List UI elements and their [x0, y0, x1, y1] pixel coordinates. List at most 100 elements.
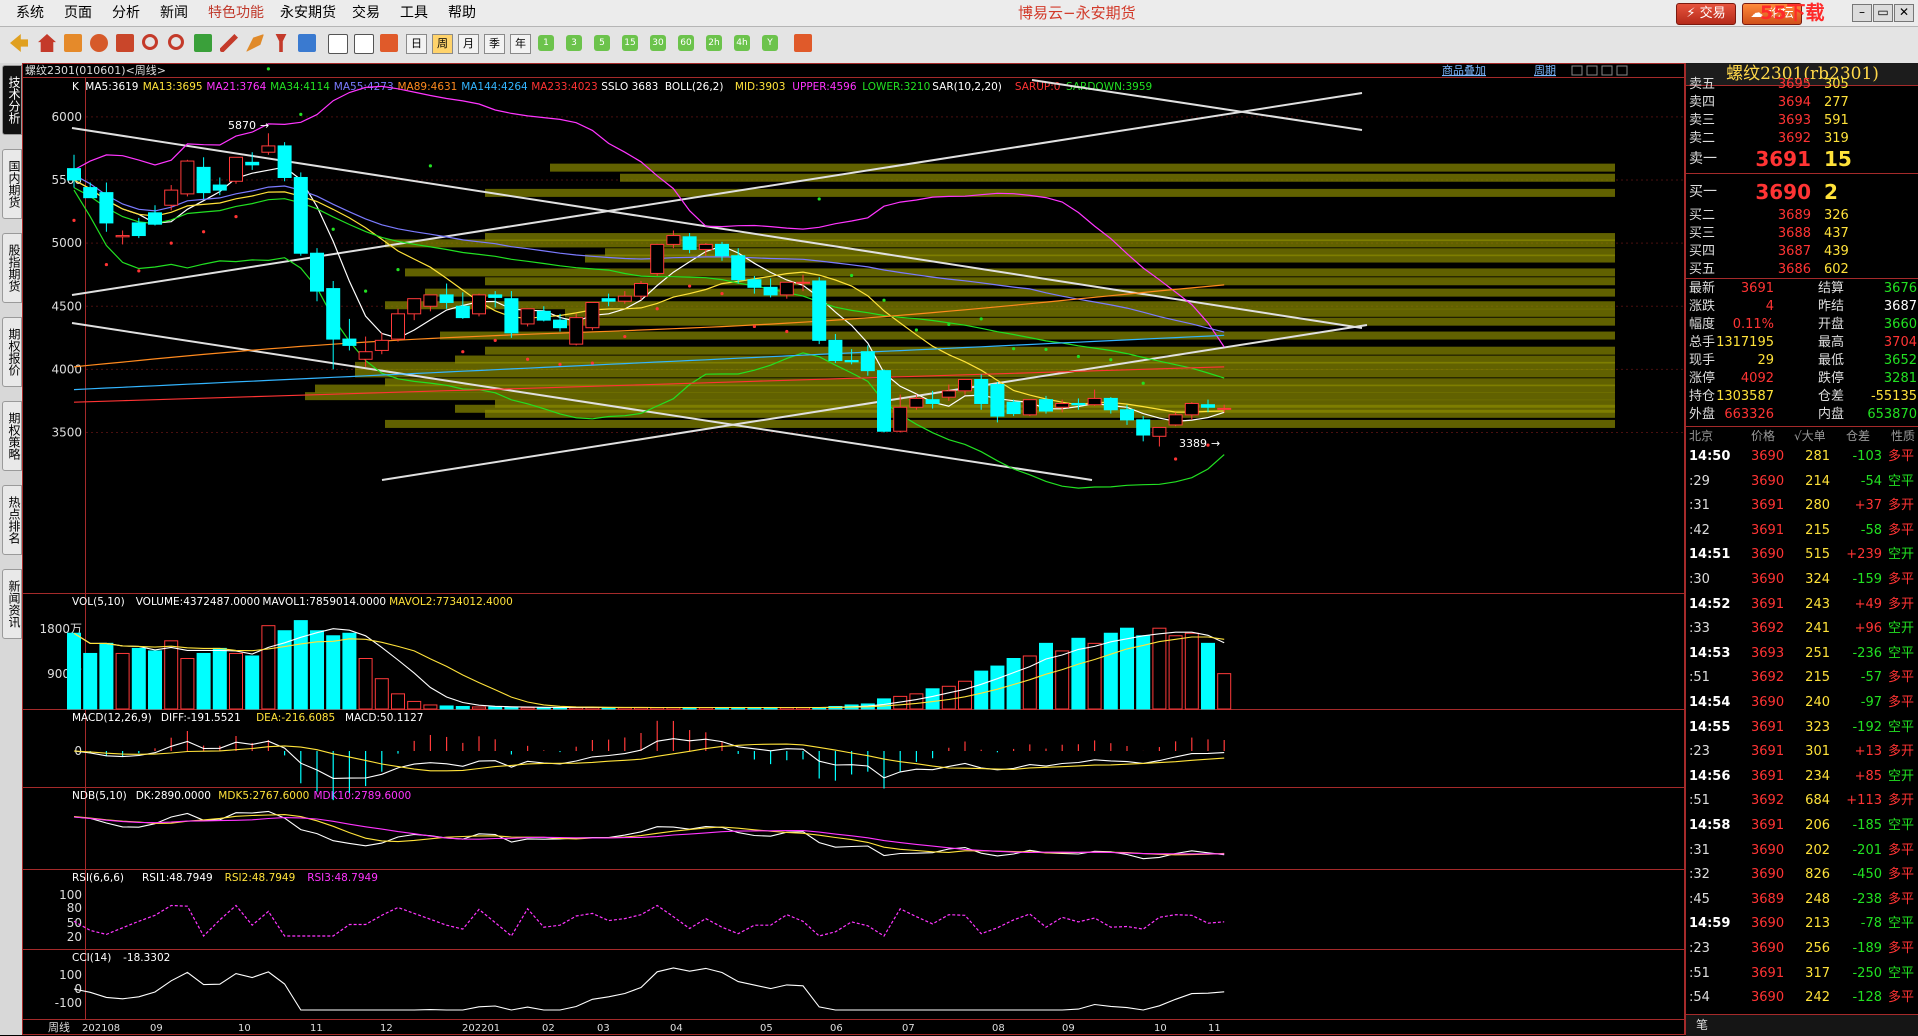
- sar-dot-56: [979, 317, 983, 321]
- timesales-col-3: 仓差: [1846, 429, 1871, 443]
- tab-option-strategy[interactable]: 期权策略: [2, 401, 22, 471]
- ask-level-1[interactable]: 卖一 3691 15: [1686, 145, 1918, 173]
- tick-row[interactable]: :51 3692 215 -57 多平: [1686, 667, 1918, 689]
- period-link[interactable]: 周期: [1534, 64, 1556, 77]
- period-60min[interactable]: 60: [678, 35, 694, 51]
- hdr-macd-item-1: DIFF:-191.5521: [161, 712, 241, 724]
- draw-pen-icon[interactable]: [220, 34, 238, 52]
- menu-tools[interactable]: 工具: [400, 0, 428, 26]
- tick-row[interactable]: 14:53 3693 251 -236 空平: [1686, 643, 1918, 665]
- calendar-icon[interactable]: [794, 34, 812, 52]
- tick-row[interactable]: :31 3691 280 +37 多开: [1686, 495, 1918, 517]
- candle-body-37: [666, 235, 681, 245]
- tick-row[interactable]: :23 3690 256 -189 多平: [1686, 938, 1918, 960]
- tick-row[interactable]: :54 3690 242 -128 多平: [1686, 987, 1918, 1009]
- period-3min[interactable]: 3: [566, 35, 582, 51]
- bid-level-1-volume: 2: [1824, 180, 1838, 204]
- quote-list-icon[interactable]: [64, 34, 82, 52]
- tab-domestic-futures[interactable]: 国内期货: [2, 149, 22, 219]
- candle-body-47: [828, 339, 843, 362]
- candle-body-3: [115, 235, 130, 238]
- period-2h[interactable]: 2h: [706, 35, 722, 51]
- menu-news[interactable]: 新闻: [160, 0, 188, 26]
- home-icon[interactable]: [38, 34, 56, 52]
- period-year[interactable]: 年: [510, 34, 531, 54]
- kline-chart[interactable]: 螺纹2301(010601)<周线> 商品叠加 周期 K MA5:3619 MA13…: [22, 63, 1685, 1035]
- tick-row[interactable]: 14:51 3690 515 +239 空开: [1686, 544, 1918, 566]
- menu-analysis[interactable]: 分析: [112, 0, 140, 26]
- period-month[interactable]: 月: [458, 34, 479, 54]
- ask-level-5[interactable]: 卖五 3695 305: [1686, 75, 1918, 95]
- window-icon[interactable]: [194, 34, 212, 52]
- volume-bar-55: [958, 680, 972, 710]
- tick-row[interactable]: :29 3690 214 -54 空平: [1686, 471, 1918, 493]
- period-week[interactable]: 周: [432, 34, 453, 54]
- tick-row[interactable]: 14:55 3691 323 -192 空平: [1686, 717, 1918, 739]
- menu-yongan[interactable]: 永安期货: [280, 0, 336, 26]
- tick-row[interactable]: 14:58 3691 206 -185 空平: [1686, 815, 1918, 837]
- tab-technical[interactable]: 技术分析: [2, 65, 22, 135]
- x-label-5: 202201: [462, 1023, 500, 1034]
- menu-special[interactable]: 特色功能: [208, 0, 264, 26]
- period-15min[interactable]: 15: [622, 35, 638, 51]
- menu-page[interactable]: 页面: [64, 0, 92, 26]
- menu-help[interactable]: 帮助: [448, 0, 476, 26]
- zoom-out-icon[interactable]: [168, 34, 184, 50]
- back-arrow-icon[interactable]: [10, 34, 28, 52]
- indicator-icon[interactable]: [298, 34, 316, 52]
- tick-row[interactable]: :33 3692 241 +96 空开: [1686, 618, 1918, 640]
- minimize-icon[interactable]: –: [1852, 4, 1872, 22]
- ask-level-4[interactable]: 卖四 3694 277: [1686, 93, 1918, 113]
- sar-dot-58: [1012, 347, 1016, 351]
- period-custom[interactable]: Y: [762, 35, 778, 51]
- table-icon[interactable]: [328, 34, 348, 54]
- tick-row[interactable]: :51 3692 684 +113 多开: [1686, 790, 1918, 812]
- period-5min[interactable]: 5: [594, 35, 610, 51]
- bid-level-1[interactable]: 买一 3690 2: [1686, 178, 1918, 206]
- bid-level-2[interactable]: 买二 3689 326: [1686, 206, 1918, 226]
- tick-row[interactable]: :32 3690 826 -450 多平: [1686, 864, 1918, 886]
- chart-icon[interactable]: [116, 34, 134, 52]
- tick-row[interactable]: :51 3691 317 -250 空平: [1686, 963, 1918, 985]
- close-icon[interactable]: ✕: [1894, 4, 1914, 22]
- ask-level-3[interactable]: 卖三 3693 591: [1686, 111, 1918, 131]
- pin-icon[interactable]: [275, 34, 287, 52]
- bid-level-4[interactable]: 买四 3687 439: [1686, 242, 1918, 262]
- trade-button[interactable]: ⚡ 交易: [1676, 3, 1736, 25]
- candle-body-42: [747, 279, 762, 288]
- trend-icon[interactable]: [354, 34, 374, 54]
- news-icon[interactable]: [90, 34, 108, 52]
- tick-row[interactable]: 14:50 3690 281 -103 多平: [1686, 446, 1918, 468]
- brush-icon[interactable]: [246, 34, 264, 52]
- ask-level-1-volume: 15: [1824, 147, 1852, 171]
- tab-index-futures[interactable]: 股指期货: [2, 233, 22, 303]
- bid-level-5[interactable]: 买五 3686 602: [1686, 260, 1918, 280]
- period-1min[interactable]: 1: [538, 35, 554, 51]
- tick-row[interactable]: 14:54 3690 240 -97 多平: [1686, 692, 1918, 714]
- period-4h[interactable]: 4h: [734, 35, 750, 51]
- tab-hot-ranking[interactable]: 热点排名: [2, 485, 22, 555]
- price-tick-5: 3500: [51, 426, 82, 440]
- tick-row[interactable]: 14:59 3690 213 -78 空平: [1686, 913, 1918, 935]
- kline-icon[interactable]: [380, 34, 398, 52]
- menu-trade[interactable]: 交易: [352, 0, 380, 26]
- tick-row[interactable]: 14:52 3691 243 +49 多开: [1686, 594, 1918, 616]
- zoom-in-icon[interactable]: [142, 34, 158, 50]
- period-day[interactable]: 日: [406, 34, 427, 54]
- tick-row[interactable]: :30 3690 324 -159 多平: [1686, 569, 1918, 591]
- overlay-link[interactable]: 商品叠加: [1442, 63, 1486, 77]
- tab-trade-detail[interactable]: 笔: [1696, 1015, 1708, 1036]
- period-quarter[interactable]: 季: [484, 34, 505, 54]
- timesales-col-1: 价格: [1751, 429, 1776, 443]
- tick-row[interactable]: :42 3691 215 -58 多平: [1686, 520, 1918, 542]
- tab-option-quotes[interactable]: 期权报价: [2, 317, 22, 387]
- tick-row[interactable]: 14:56 3691 234 +85 空开: [1686, 766, 1918, 788]
- menu-system[interactable]: 系统: [16, 0, 44, 26]
- tick-row[interactable]: :31 3690 202 -201 多平: [1686, 840, 1918, 862]
- period-30min[interactable]: 30: [650, 35, 666, 51]
- maximize-icon[interactable]: ▭: [1873, 4, 1893, 22]
- tick-row[interactable]: :23 3691 301 +13 多开: [1686, 741, 1918, 763]
- tab-news[interactable]: 新闻资讯: [2, 569, 22, 639]
- bid-level-3[interactable]: 买三 3688 437: [1686, 224, 1918, 244]
- tick-row[interactable]: :45 3689 248 -238 多平: [1686, 889, 1918, 911]
